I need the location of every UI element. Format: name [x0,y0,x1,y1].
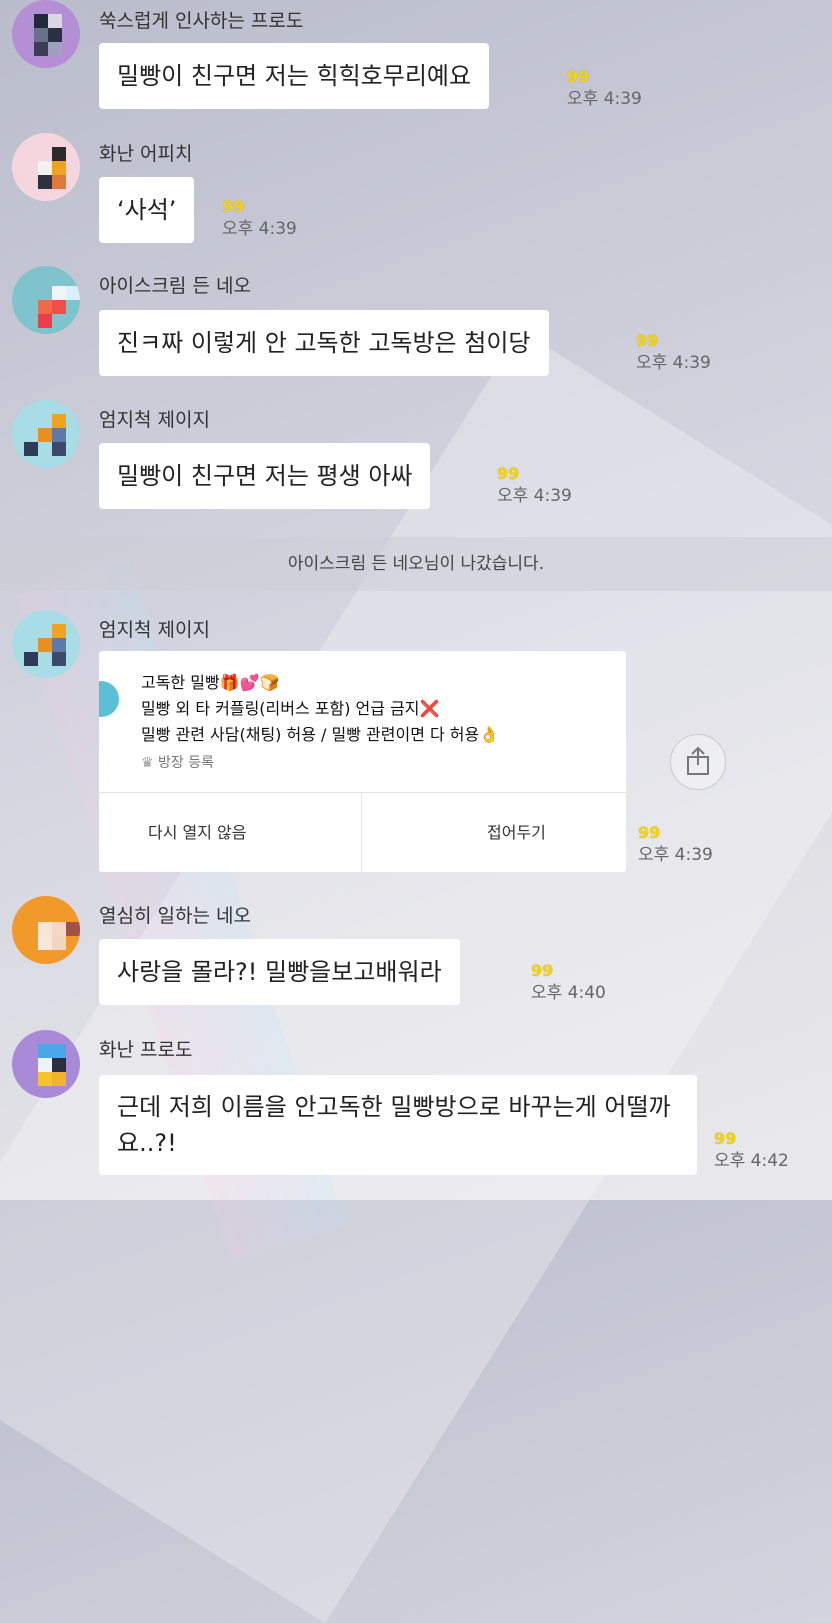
avatar[interactable] [12,896,80,964]
message-bubble[interactable]: 사랑을 몰라?! 밀빵을보고배워라 [99,939,460,1005]
unread-count: 99 [567,67,590,86]
notice-line: 밀빵 관련 사담(채팅) 허용 / 밀빵 관련이면 다 허용👌 [141,725,500,744]
notice-title: 고독한 밀빵🎁💕🍞 [141,673,280,692]
crown-icon: ♛ [141,755,154,771]
message-bubble[interactable]: 밀빵이 친구면 저는 평생 아싸 [99,443,431,509]
message-bubble[interactable]: 밀빵이 친구면 저는 힉힉호무리예요 [99,43,490,109]
share-button[interactable] [670,734,726,790]
timestamp: 오후 4:39 [567,89,642,109]
avatar[interactable] [12,610,80,678]
message-bubble[interactable]: 근데 저희 이름을 안고독한 밀빵방으로 바꾸는게 어떨까요..?! [99,1075,697,1175]
unread-count: 99 [497,464,520,483]
collapse-button[interactable]: 접어두기 [487,793,546,872]
dont-show-again-button[interactable]: 다시 열지 않음 [148,793,247,872]
avatar[interactable] [12,266,80,334]
message-meta: 99 오후 4:39 [636,330,711,374]
avatar[interactable] [12,133,80,201]
notice-card[interactable]: 고독한 밀빵🎁💕🍞 밀빵 외 타 커플링(리버스 포함) 언급 금지❌ 밀빵 관… [99,651,626,872]
avatar[interactable] [12,1030,80,1098]
message-meta: 99 오후 4:39 [567,66,642,110]
message-meta: 99 오후 4:42 [714,1128,789,1172]
unread-count: 99 [531,961,554,980]
sender-name: 화난 어피치 [99,143,193,165]
sender-name: 쑥스럽게 인사하는 프로도 [99,10,304,32]
timestamp: 오후 4:39 [222,219,297,239]
system-notice: 아이스크림 든 네오님이 나갔습니다. [0,537,832,591]
timestamp: 오후 4:39 [636,353,711,373]
message-meta: 99 오후 4:39 [497,463,572,507]
unread-count: 99 [636,331,659,350]
notice-icon [99,681,119,717]
avatar[interactable] [12,400,80,468]
unread-count: 99 [222,197,245,216]
message-meta: 99 오후 4:39 [638,822,713,866]
timestamp: 오후 4:39 [497,486,572,506]
sender-name: 엄지척 제이지 [99,409,210,431]
message-bubble[interactable]: 진ㅋ짜 이렇게 안 고독한 고독방은 첨이당 [99,310,549,376]
unread-count: 99 [638,823,661,842]
avatar[interactable] [12,0,80,68]
message-bubble[interactable]: ‘사석’ [99,177,195,243]
notice-line: 밀빵 외 타 커플링(리버스 포함) 언급 금지❌ [141,699,440,718]
message-meta: 99 오후 4:39 [222,196,297,240]
timestamp: 오후 4:40 [531,983,606,1003]
sender-name: 화난 프로도 [99,1039,193,1061]
timestamp: 오후 4:42 [714,1151,789,1171]
timestamp: 오후 4:39 [638,845,713,865]
sender-name: 열심히 일하는 네오 [99,905,251,927]
unread-count: 99 [714,1129,737,1148]
sender-name: 엄지척 제이지 [99,619,210,641]
notice-registered: ♛ 방장 등록 [141,752,214,772]
share-icon [687,746,709,775]
registered-label: 방장 등록 [158,755,214,771]
divider [361,793,362,872]
sender-name: 아이스크림 든 네오 [99,275,251,297]
message-meta: 99 오후 4:40 [531,960,606,1004]
